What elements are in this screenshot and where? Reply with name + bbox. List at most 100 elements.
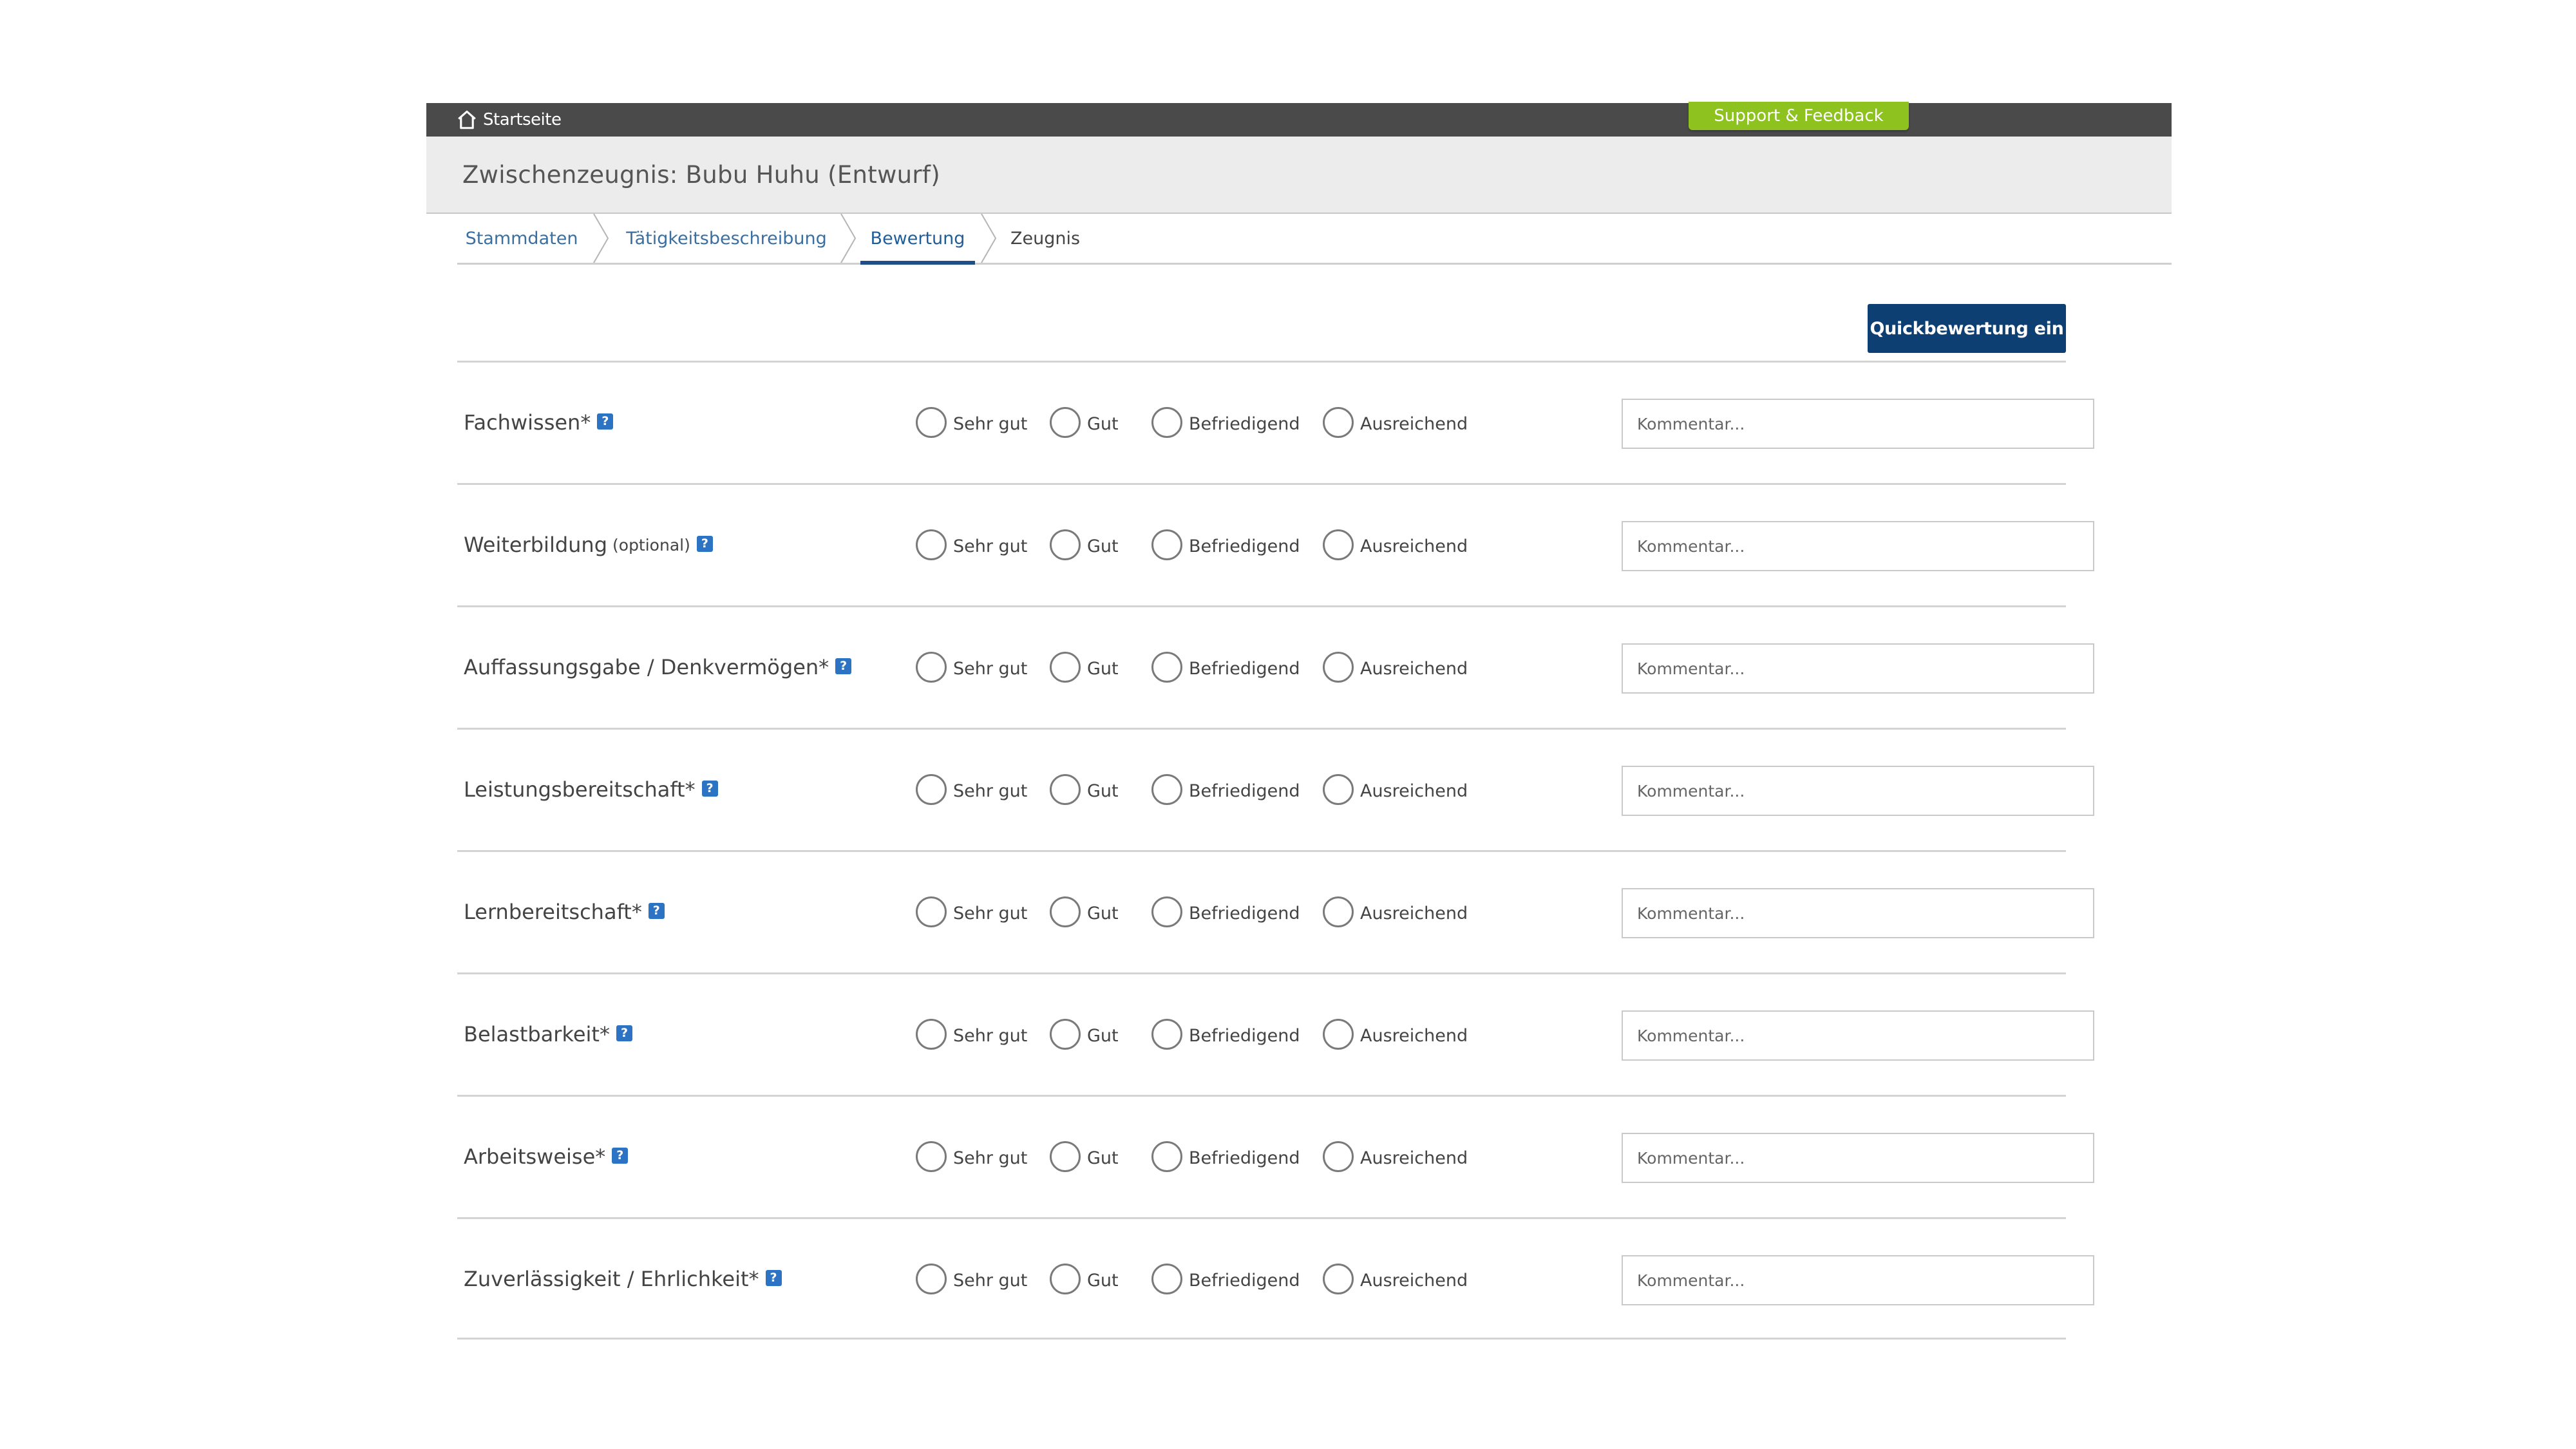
radio-circle-icon[interactable] [1151,652,1182,683]
radio-circle-icon[interactable] [1323,896,1354,927]
radio-circle-icon[interactable] [916,1141,947,1172]
radio-ausreichend[interactable]: Ausreichend [1323,607,1468,727]
radio-circle-icon[interactable] [1050,774,1081,805]
radio-label: Gut [1087,1025,1119,1046]
comment-input[interactable] [1622,1255,2094,1305]
radio-befriedigend[interactable]: Befriedigend [1151,363,1300,482]
help-icon[interactable]: ? [597,413,614,430]
comment-input[interactable] [1622,766,2094,816]
rating-row: Zuverlässigkeit / Ehrlichkeit* ? Sehr gu… [457,1217,2094,1340]
radio-ausreichend[interactable]: Ausreichend [1323,485,1468,605]
radio-sehr-gut[interactable]: Sehr gut [916,730,1027,849]
rating-row: Belastbarkeit* ? Sehr gut Gut Befriedige… [457,972,2094,1095]
radio-circle-icon[interactable] [1151,529,1182,560]
radio-circle-icon[interactable] [1050,407,1081,438]
quick-rating-button[interactable]: Quickbewertung ein [1868,304,2066,353]
tab-separator-chevron [980,213,998,263]
radio-sehr-gut[interactable]: Sehr gut [916,852,1027,972]
criterion-label: Weiterbildung (optional) ? [464,485,713,605]
radio-circle-icon[interactable] [1323,1264,1354,1294]
criterion-name: Fachwissen* [464,410,591,435]
radio-sehr-gut[interactable]: Sehr gut [916,485,1027,605]
help-icon[interactable]: ? [616,1025,632,1041]
comment-input[interactable] [1622,521,2094,571]
comment-input[interactable] [1622,1133,2094,1183]
radio-circle-icon[interactable] [1323,1019,1354,1050]
radio-befriedigend[interactable]: Befriedigend [1151,1097,1300,1217]
radio-circle-icon[interactable] [1050,1141,1081,1172]
radio-circle-icon[interactable] [916,1019,947,1050]
radio-circle-icon[interactable] [916,529,947,560]
radio-befriedigend[interactable]: Befriedigend [1151,974,1300,1094]
radio-circle-icon[interactable] [916,407,947,438]
tab-zeugnis[interactable]: Zeugnis [1002,214,1088,263]
radio-ausreichend[interactable]: Ausreichend [1323,974,1468,1094]
radio-label: Sehr gut [953,903,1028,923]
help-icon[interactable]: ? [612,1147,629,1164]
radio-befriedigend[interactable]: Befriedigend [1151,1219,1300,1339]
title-bar: Zwischenzeugnis: Bubu Huhu (Entwurf) [426,137,2172,214]
radio-circle-icon[interactable] [1050,652,1081,683]
radio-circle-icon[interactable] [916,652,947,683]
radio-sehr-gut[interactable]: Sehr gut [916,974,1027,1094]
radio-circle-icon[interactable] [1151,774,1182,805]
radio-gut[interactable]: Gut [1050,363,1119,482]
comment-input[interactable] [1622,888,2094,938]
radio-ausreichend[interactable]: Ausreichend [1323,1219,1468,1339]
tab-taetigkeitsbeschreibung[interactable]: Tätigkeitsbeschreibung [618,214,835,263]
radio-befriedigend[interactable]: Befriedigend [1151,730,1300,849]
radio-circle-icon[interactable] [1151,1264,1182,1294]
radio-ausreichend[interactable]: Ausreichend [1323,852,1468,972]
radio-label: Gut [1087,781,1119,801]
radio-gut[interactable]: Gut [1050,1097,1119,1217]
help-icon[interactable]: ? [696,535,713,552]
comment-input[interactable] [1622,1010,2094,1061]
help-icon[interactable]: ? [701,780,718,797]
radio-circle-icon[interactable] [916,774,947,805]
radio-sehr-gut[interactable]: Sehr gut [916,1097,1027,1217]
radio-circle-icon[interactable] [1323,1141,1354,1172]
radio-circle-icon[interactable] [1151,407,1182,438]
radio-gut[interactable]: Gut [1050,730,1119,849]
radio-ausreichend[interactable]: Ausreichend [1323,363,1468,482]
tab-stammdaten[interactable]: Stammdaten [457,214,586,263]
support-feedback-button[interactable]: Support & Feedback [1689,102,1909,130]
radio-gut[interactable]: Gut [1050,1219,1119,1339]
help-icon[interactable]: ? [835,658,852,674]
radio-gut[interactable]: Gut [1050,485,1119,605]
comment-input[interactable] [1622,399,2094,449]
help-icon[interactable]: ? [765,1269,782,1286]
radio-circle-icon[interactable] [1050,1019,1081,1050]
criterion-label: Fachwissen* ? [464,363,614,482]
radio-label: Befriedigend [1189,413,1300,434]
radio-circle-icon[interactable] [1050,896,1081,927]
radio-befriedigend[interactable]: Befriedigend [1151,485,1300,605]
radio-gut[interactable]: Gut [1050,607,1119,727]
radio-circle-icon[interactable] [1050,1264,1081,1294]
radio-sehr-gut[interactable]: Sehr gut [916,607,1027,727]
radio-circle-icon[interactable] [916,1264,947,1294]
radio-sehr-gut[interactable]: Sehr gut [916,1219,1027,1339]
radio-befriedigend[interactable]: Befriedigend [1151,607,1300,727]
tab-bewertung[interactable]: Bewertung [860,214,975,265]
radio-circle-icon[interactable] [1323,652,1354,683]
home-link[interactable]: Startseite [456,103,562,137]
radio-gut[interactable]: Gut [1050,852,1119,972]
radio-circle-icon[interactable] [1323,529,1354,560]
radio-sehr-gut[interactable]: Sehr gut [916,363,1027,482]
top-bar: Startseite Support & Feedback [426,102,2172,137]
radio-befriedigend[interactable]: Befriedigend [1151,852,1300,972]
radio-circle-icon[interactable] [916,896,947,927]
radio-circle-icon[interactable] [1151,1019,1182,1050]
radio-ausreichend[interactable]: Ausreichend [1323,1097,1468,1217]
radio-ausreichend[interactable]: Ausreichend [1323,730,1468,849]
radio-circle-icon[interactable] [1151,896,1182,927]
radio-circle-icon[interactable] [1323,774,1354,805]
radio-circle-icon[interactable] [1050,529,1081,560]
radio-circle-icon[interactable] [1151,1141,1182,1172]
comment-input[interactable] [1622,643,2094,694]
radio-gut[interactable]: Gut [1050,974,1119,1094]
radio-circle-icon[interactable] [1323,407,1354,438]
help-icon[interactable]: ? [648,902,665,919]
page-title: Zwischenzeugnis: Bubu Huhu (Entwurf) [462,160,940,189]
